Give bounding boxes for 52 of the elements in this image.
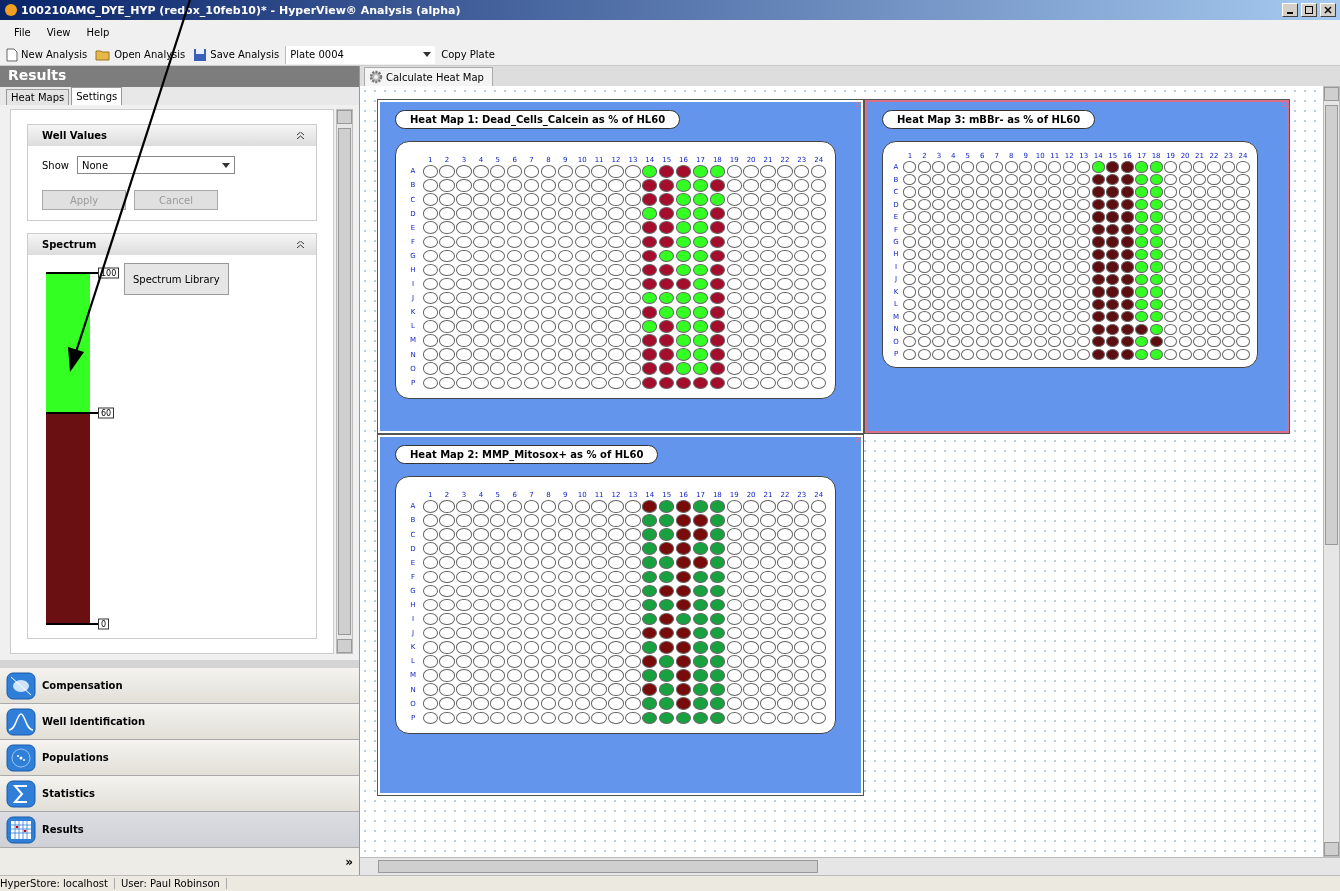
group-title: Spectrum: [42, 239, 97, 250]
nav-item[interactable]: Statistics: [0, 776, 359, 812]
collapse-icon[interactable]: [297, 241, 304, 248]
collapse-icon[interactable]: [297, 132, 304, 139]
caret-icon: [423, 52, 432, 57]
tab[interactable]: Settings: [71, 87, 123, 105]
spectrum-library-button[interactable]: Spectrum Library: [124, 263, 229, 295]
scale-label: 0: [98, 618, 110, 630]
copy-plate-button[interactable]: Copy Plate: [439, 49, 497, 60]
gear-icon: [369, 70, 383, 84]
well-grid-icon: [6, 815, 36, 844]
group-title: Well Values: [42, 130, 107, 141]
close-icon[interactable]: [855, 436, 862, 443]
splitter-handle[interactable]: [0, 660, 359, 668]
scale-label: 60: [98, 407, 115, 419]
show-label: Show: [42, 159, 69, 171]
show-dropdown[interactable]: None: [77, 156, 235, 174]
heat-map-title: Heat Map 1: Dead_Cells_Calcein as % of HL60: [395, 110, 681, 129]
menu-item[interactable]: Help: [80, 26, 116, 38]
nav-item[interactable]: Well Identification: [0, 704, 359, 740]
horizontal-scrollbar[interactable]: [360, 857, 1340, 875]
status-text: HyperStore: localhost: [0, 878, 115, 889]
scale-label: 100: [98, 267, 120, 279]
close-button[interactable]: [1320, 3, 1336, 17]
folder-icon: [95, 48, 112, 61]
peak-curve-icon: [6, 707, 36, 736]
toolbar-button[interactable]: New Analysis: [4, 47, 90, 62]
heat-map-title: Heat Map 3: mBBr- as % of HL60: [882, 110, 1096, 129]
maximize-icon: [1305, 6, 1313, 14]
minimize-button[interactable]: [1282, 3, 1298, 17]
document-icon: [6, 47, 18, 62]
close-icon: [1324, 6, 1332, 14]
plate-dropdown[interactable]: Plate 0004: [285, 45, 436, 64]
caret-icon: [222, 162, 230, 168]
nav-item[interactable]: Populations: [0, 740, 359, 776]
scrollbar[interactable]: [1323, 86, 1340, 857]
more-chevron[interactable]: »: [345, 854, 353, 869]
menu-item[interactable]: View: [40, 26, 77, 38]
tab[interactable]: Heat Maps: [6, 89, 70, 105]
panel-title: Results: [0, 66, 359, 87]
heat-map-title: Heat Map 2: MMP_Mitosox+ as % of HL60: [395, 445, 659, 464]
close-icon[interactable]: [855, 101, 862, 108]
nav-item[interactable]: Compensation: [0, 668, 359, 704]
toolbar-button[interactable]: Save Analysis: [191, 47, 282, 62]
menu-item[interactable]: File: [8, 26, 37, 38]
status-text: User: Paul Robinson: [120, 878, 227, 889]
calculate-heat-map-tab[interactable]: Calculate Heat Map: [364, 67, 493, 86]
sigma-icon: [6, 779, 36, 808]
maximize-button[interactable]: [1301, 3, 1317, 17]
scrollbar[interactable]: [336, 109, 353, 654]
app-icon: [4, 3, 18, 17]
nav-item[interactable]: Results: [0, 812, 359, 848]
